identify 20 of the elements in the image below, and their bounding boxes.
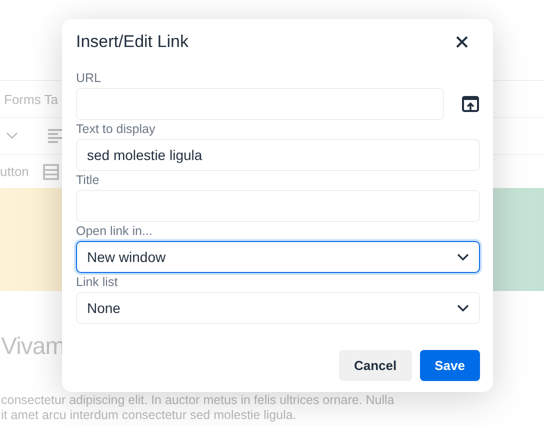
save-button[interactable]: Save [420,350,480,381]
dialog-title: Insert/Edit Link [76,32,188,52]
select-field[interactable]: None [76,292,480,324]
paragraph-line: consectetur adipiscing elit. In auctor metus in felis ultrices ornare. Nulla [1,393,396,408]
close-icon[interactable] [456,36,468,48]
table-icon[interactable] [42,164,59,180]
upload-icon[interactable] [462,96,479,112]
cancel-button[interactable]: Cancel [338,350,412,381]
chevron-icon[interactable] [6,132,18,140]
field-label: Text to display [76,121,156,138]
field-label: Link list [76,274,119,291]
chevron-down-icon [457,304,469,312]
paragraph-line: it amet arcu interdum consectetur sed molestie ligula. [1,408,298,423]
text-field[interactable]: sed molestie ligula [76,139,480,171]
field-label: Open link in... [76,223,154,240]
align-left-icon[interactable] [48,129,64,143]
select-field[interactable]: New window [76,241,480,273]
field-label: URL [76,70,102,87]
field-label: Title [76,172,100,189]
chevron-down-icon [457,253,469,261]
